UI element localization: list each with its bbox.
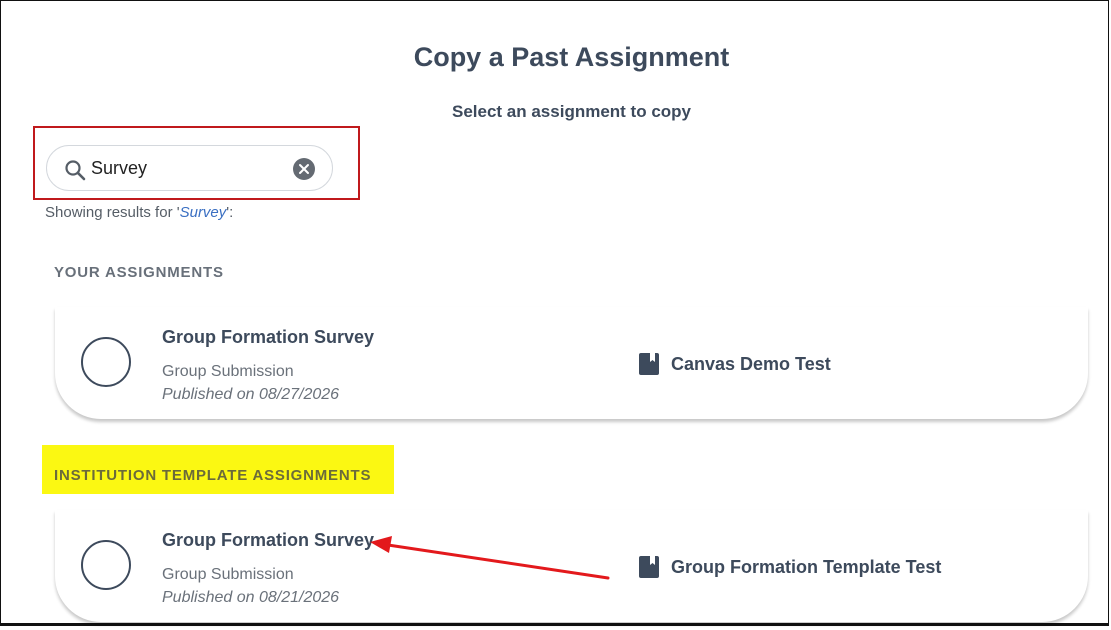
assignment-card[interactable]: Group Formation Survey Group Submission … — [55, 307, 1088, 419]
course-name: Group Formation Template Test — [671, 556, 942, 577]
course: Canvas Demo Test — [639, 353, 831, 375]
assignment-title: Group Formation Survey — [162, 530, 375, 550]
results-suffix: ': — [226, 204, 234, 221]
assignment-published-date: Published on 08/21/2026 — [162, 589, 340, 606]
course: Group Formation Template Test — [639, 556, 941, 578]
section-your-assignments: YOUR ASSIGNMENTS — [54, 264, 224, 281]
book-icon — [639, 556, 659, 578]
section-institution-template-assignments: INSTITUTION TEMPLATE ASSIGNMENTS — [54, 467, 372, 484]
course-name: Canvas Demo Test — [671, 353, 831, 374]
results-summary: Showing results for 'Survey': — [45, 204, 233, 221]
results-prefix: Showing results for ' — [45, 204, 180, 221]
select-radio[interactable] — [81, 337, 131, 387]
search-box[interactable] — [46, 145, 333, 191]
assignment-title: Group Formation Survey — [162, 327, 375, 347]
close-icon[interactable] — [293, 158, 315, 180]
assignment-published-date: Published on 08/27/2026 — [162, 386, 340, 403]
assignment-type: Group Submission — [162, 566, 294, 583]
search-input[interactable] — [91, 154, 281, 182]
results-query: Survey — [179, 204, 227, 221]
book-icon — [639, 353, 659, 375]
search-icon — [65, 160, 86, 181]
page-title: Copy a Past Assignment — [413, 42, 730, 72]
arrow-annotation — [370, 536, 610, 580]
assignment-type: Group Submission — [162, 363, 294, 380]
select-radio[interactable] — [81, 540, 131, 590]
page-subtitle: Select an assignment to copy — [451, 102, 691, 121]
